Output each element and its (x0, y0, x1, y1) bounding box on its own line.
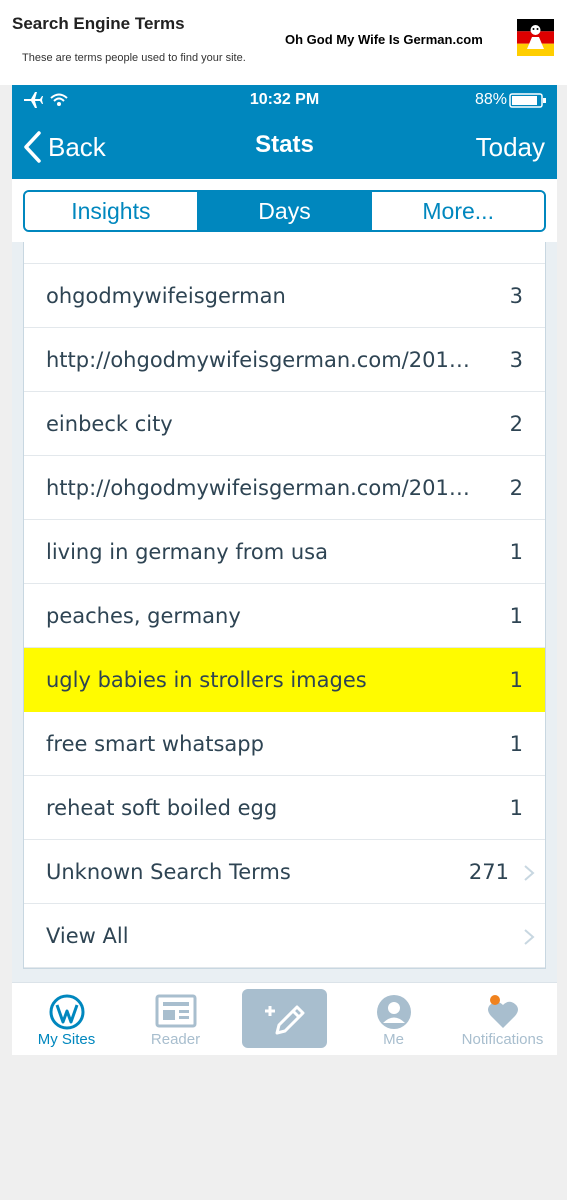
term-count: 2 (509, 476, 523, 500)
write-icon (264, 1005, 304, 1034)
list-item[interactable]: living in germany from usa 1 (24, 520, 545, 584)
search-term: peaches, germany (46, 604, 241, 628)
page-subtitle: These are terms people used to find your… (22, 52, 246, 64)
tab-me[interactable]: Me (339, 983, 448, 1056)
list-item[interactable]: peaches, germany 1 (24, 584, 545, 648)
tab-reader-label: Reader (150, 1031, 201, 1048)
write-post-button[interactable] (242, 989, 327, 1048)
term-count: 3 (509, 284, 523, 308)
view-all-label: View All (46, 924, 129, 948)
list-item[interactable]: http://ohgodmywifeisgerman.com/2015/0...… (24, 456, 545, 520)
list-item-highlighted[interactable]: ugly babies in strollers images 1 (24, 648, 545, 712)
list-item[interactable]: einbeck city 2 (24, 392, 545, 456)
term-count: 1 (509, 796, 523, 820)
nav-bar: Back Stats Today (12, 115, 557, 179)
battery-percent: 88% (474, 91, 507, 108)
search-term: free smart whatsapp (46, 732, 264, 756)
tab-reader[interactable]: Reader (121, 983, 230, 1056)
status-bar: 10:32 PM 88% (12, 85, 557, 115)
list-item[interactable]: free smart whatsapp 1 (24, 712, 545, 776)
term-count: 1 (509, 540, 523, 564)
term-count: 2 (509, 412, 523, 436)
unknown-terms-label: Unknown Search Terms (46, 860, 291, 884)
page-title: Search Engine Terms (12, 14, 185, 33)
search-terms-list: ohgodmywifeisgerman 3 http://ohgodmywife… (23, 242, 546, 969)
search-term: einbeck city (46, 412, 173, 436)
tab-notifications-label: Notifications (461, 1031, 544, 1048)
chevron-right-icon (524, 929, 535, 945)
page-header: Search Engine Terms These are terms peop… (0, 0, 567, 85)
battery-icon (509, 93, 546, 108)
segment-area: Insights Days More... (12, 179, 557, 242)
unknown-search-terms-row[interactable]: Unknown Search Terms 271 (24, 840, 545, 904)
period-segmented-control: Insights Days More... (23, 190, 546, 232)
unknown-terms-count: 271 (468, 860, 509, 884)
brand-name: Oh God My Wife Is German.com (285, 32, 483, 47)
reader-icon (155, 994, 196, 1028)
notifications-icon (487, 995, 518, 1028)
today-button[interactable]: Today (476, 132, 545, 163)
list-item[interactable]: reheat soft boiled egg 1 (24, 776, 545, 840)
profile-icon (376, 995, 411, 1029)
notification-dot (489, 995, 500, 1005)
search-term: ugly babies in strollers images (46, 668, 367, 692)
bottom-tab-bar: My Sites Reader Me Notifications (12, 982, 557, 1055)
segment-insights[interactable]: Insights (25, 192, 197, 230)
term-count: 1 (509, 668, 523, 692)
search-term: reheat soft boiled egg (46, 796, 278, 820)
view-all-row[interactable]: View All (24, 904, 545, 968)
list-item[interactable]: http://ohgodmywifeisgerman.com/2015/0...… (24, 328, 545, 392)
partially-hidden-row (24, 242, 545, 264)
term-count: 1 (509, 604, 523, 628)
tab-my-sites[interactable]: My Sites (12, 983, 121, 1056)
wordpress-icon (49, 994, 84, 1030)
search-term: http://ohgodmywifeisgerman.com/2015/0... (46, 348, 476, 372)
term-count: 1 (509, 732, 523, 756)
search-term: ohgodmywifeisgerman (46, 284, 286, 308)
search-term: living in germany from usa (46, 540, 328, 564)
phone-screen: 10:32 PM 88% Back Stats Today Insights D… (12, 85, 557, 1055)
brand-logo-icon (517, 19, 554, 56)
list-item[interactable]: ohgodmywifeisgerman 3 (24, 264, 545, 328)
tab-my-sites-label: My Sites (37, 1031, 96, 1048)
tab-me-label: Me (383, 1031, 404, 1048)
segment-days[interactable]: Days (196, 192, 371, 230)
chevron-right-icon (524, 865, 535, 881)
term-count: 3 (509, 348, 523, 372)
search-term: http://ohgodmywifeisgerman.com/2015/0... (46, 476, 476, 500)
segment-more[interactable]: More... (370, 192, 544, 230)
tab-notifications[interactable]: Notifications (448, 983, 557, 1056)
